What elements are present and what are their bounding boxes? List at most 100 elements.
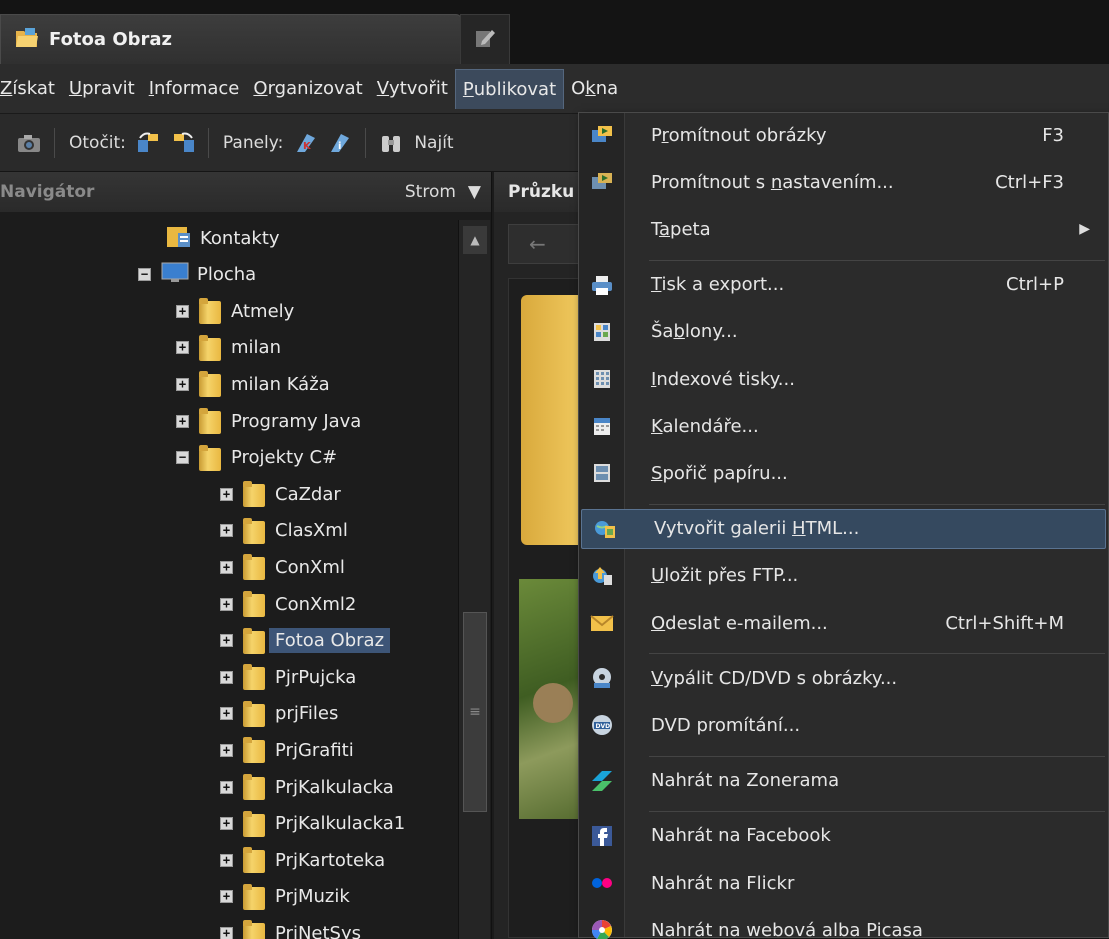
rotate-right-icon[interactable]: [170, 130, 196, 156]
menu-upravit[interactable]: Upravit: [62, 69, 142, 109]
folder-icon: [243, 700, 265, 727]
publish-menu-item[interactable]: Spořič papíru...: [579, 453, 1108, 493]
find-label[interactable]: Najít: [414, 133, 453, 153]
publish-menu-item[interactable]: Tisk a export... Ctrl+P: [579, 265, 1108, 305]
menu-item-label: Promítnout obrázky: [651, 124, 827, 146]
publish-menu-item[interactable]: Nahrát na Facebook: [579, 816, 1108, 856]
expand-icon[interactable]: +: [220, 707, 233, 721]
email-icon: [579, 603, 625, 643]
expand-icon[interactable]: +: [220, 670, 233, 684]
publish-menu-item[interactable]: Nahrát na webová alba Picasa: [579, 910, 1108, 939]
publish-menu-item[interactable]: Promítnout s nastavením... Ctrl+F3: [579, 162, 1108, 202]
tree-node[interactable]: + Atmely: [176, 293, 294, 329]
camera-icon[interactable]: [16, 130, 42, 156]
calendar-icon: [579, 406, 625, 446]
expand-icon[interactable]: +: [220, 780, 233, 794]
navigator-mode-dropdown[interactable]: Strom ▼: [405, 182, 481, 202]
svg-text:i: i: [338, 141, 341, 152]
publish-menu-item[interactable]: Kalendáře...: [579, 406, 1108, 446]
thumbnail-area: [508, 278, 589, 938]
publish-menu-item[interactable]: Indexové tisky...: [579, 359, 1108, 399]
tree-node[interactable]: + PrjNetSys: [220, 915, 361, 939]
expand-icon[interactable]: +: [176, 304, 189, 318]
tree-node[interactable]: + CaZdar: [220, 476, 341, 512]
menu-informace[interactable]: Informace: [142, 69, 247, 109]
tree-node[interactable]: + PjrPujcka: [220, 659, 356, 695]
folder-icon: [199, 444, 221, 471]
expand-icon[interactable]: +: [220, 817, 233, 831]
tree-node[interactable]: + ConXml: [220, 549, 345, 585]
menu-item-label: Uložit přes FTP...: [651, 565, 799, 587]
menu-organizovat[interactable]: Organizovat: [246, 69, 369, 109]
scroll-thumb[interactable]: ≡: [463, 612, 487, 812]
tree-node-label: PrjKartoteka: [275, 849, 386, 871]
rotate-left-icon[interactable]: [136, 130, 162, 156]
tree-node[interactable]: + PrjKartoteka: [220, 842, 385, 878]
tree-node[interactable]: + PrjGrafiti: [220, 732, 354, 768]
facebook-icon: [579, 816, 625, 856]
binoculars-icon[interactable]: [378, 130, 404, 156]
panel-keywords-icon[interactable]: K: [293, 130, 319, 156]
folder-open-icon: [15, 27, 39, 53]
tree-node[interactable]: + prjFiles: [220, 696, 338, 732]
tree-node[interactable]: + PrjMuzik: [220, 879, 350, 915]
publish-menu-item[interactable]: Vypálit CD/DVD s obrázky...: [579, 658, 1108, 698]
expand-icon[interactable]: +: [176, 377, 189, 391]
publish-menu-item[interactable]: Promítnout obrázky F3: [579, 115, 1108, 155]
publish-menu-item[interactable]: Odeslat e-mailem... Ctrl+Shift+M: [579, 603, 1108, 643]
menu-separator: [649, 259, 1105, 261]
expand-icon[interactable]: +: [220, 743, 233, 757]
publish-menu-item[interactable]: Nahrát na Zonerama: [579, 761, 1108, 801]
collapse-icon[interactable]: −: [138, 268, 151, 282]
expand-icon[interactable]: +: [176, 341, 189, 355]
menu-vytvorit[interactable]: Vytvořit: [370, 69, 455, 109]
panel-info-icon[interactable]: i: [327, 130, 353, 156]
menu-separator: [649, 810, 1105, 812]
menu-shortcut: Ctrl+Shift+M: [945, 612, 1064, 634]
menu-item-label: Šablony...: [651, 321, 738, 343]
publish-menu-item[interactable]: Šablony...: [579, 312, 1108, 352]
menu-item-label: Nahrát na Zonerama: [651, 770, 840, 792]
expand-icon[interactable]: +: [220, 524, 233, 538]
expand-icon[interactable]: +: [220, 926, 233, 939]
publish-menu-item[interactable]: Uložit přes FTP...: [579, 556, 1108, 596]
tree-node[interactable]: + Programy Java: [176, 403, 361, 439]
expand-icon[interactable]: +: [220, 597, 233, 611]
expand-icon[interactable]: +: [220, 560, 233, 574]
expand-icon[interactable]: +: [220, 634, 233, 648]
publish-menu-item[interactable]: Vytvořit galerii HTML...: [581, 508, 1106, 549]
collapse-icon[interactable]: −: [176, 451, 189, 465]
tree-node[interactable]: + PrjKalkulacka1: [220, 806, 405, 842]
tree-node[interactable]: + ConXml2: [220, 586, 356, 622]
expand-icon[interactable]: +: [220, 890, 233, 904]
publish-menu-item[interactable]: Nahrát na Flickr: [579, 863, 1108, 903]
folder-icon: [243, 847, 265, 874]
expand-icon[interactable]: +: [220, 853, 233, 867]
tree-node-label: ClasXml: [275, 520, 348, 542]
burn-disc-icon: [579, 658, 625, 698]
html-gallery-icon: [582, 509, 628, 549]
tree-node[interactable]: + Fotoa Obraz: [220, 623, 391, 659]
expand-icon[interactable]: +: [176, 414, 189, 428]
menu-okna[interactable]: Ok na: [564, 69, 625, 109]
tree-node[interactable]: Kontakty: [166, 220, 280, 256]
publish-menu-item[interactable]: Tapeta ▶: [579, 209, 1108, 249]
publish-menu-item[interactable]: DVD DVD promítání...: [579, 705, 1108, 745]
tree-node[interactable]: + milan: [176, 330, 281, 366]
navigator-scrollbar[interactable]: ▲ ≡: [458, 220, 490, 939]
tree-node[interactable]: − Projekty C#: [176, 440, 337, 476]
ftp-icon: [579, 556, 625, 596]
slideshow-settings-icon: [579, 162, 625, 202]
menu-ziskat[interactable]: Získat: [0, 69, 62, 109]
tree-node[interactable]: − Plocha: [138, 257, 256, 293]
tree-node[interactable]: + ClasXml: [220, 513, 348, 549]
scroll-up-arrow-icon[interactable]: ▲: [463, 226, 487, 254]
tree-node[interactable]: + milan Káža: [176, 366, 330, 402]
window-tab[interactable]: Fotoa Obraz: [0, 14, 462, 64]
expand-icon[interactable]: +: [220, 487, 233, 501]
tree-node-label: PrjNetSys: [275, 922, 361, 939]
back-arrow-icon[interactable]: ←: [508, 224, 588, 264]
tree-node[interactable]: + PrjKalkulacka: [220, 769, 394, 805]
editor-tab[interactable]: [460, 14, 510, 64]
menu-publikovat[interactable]: Publikovat: [454, 68, 565, 109]
